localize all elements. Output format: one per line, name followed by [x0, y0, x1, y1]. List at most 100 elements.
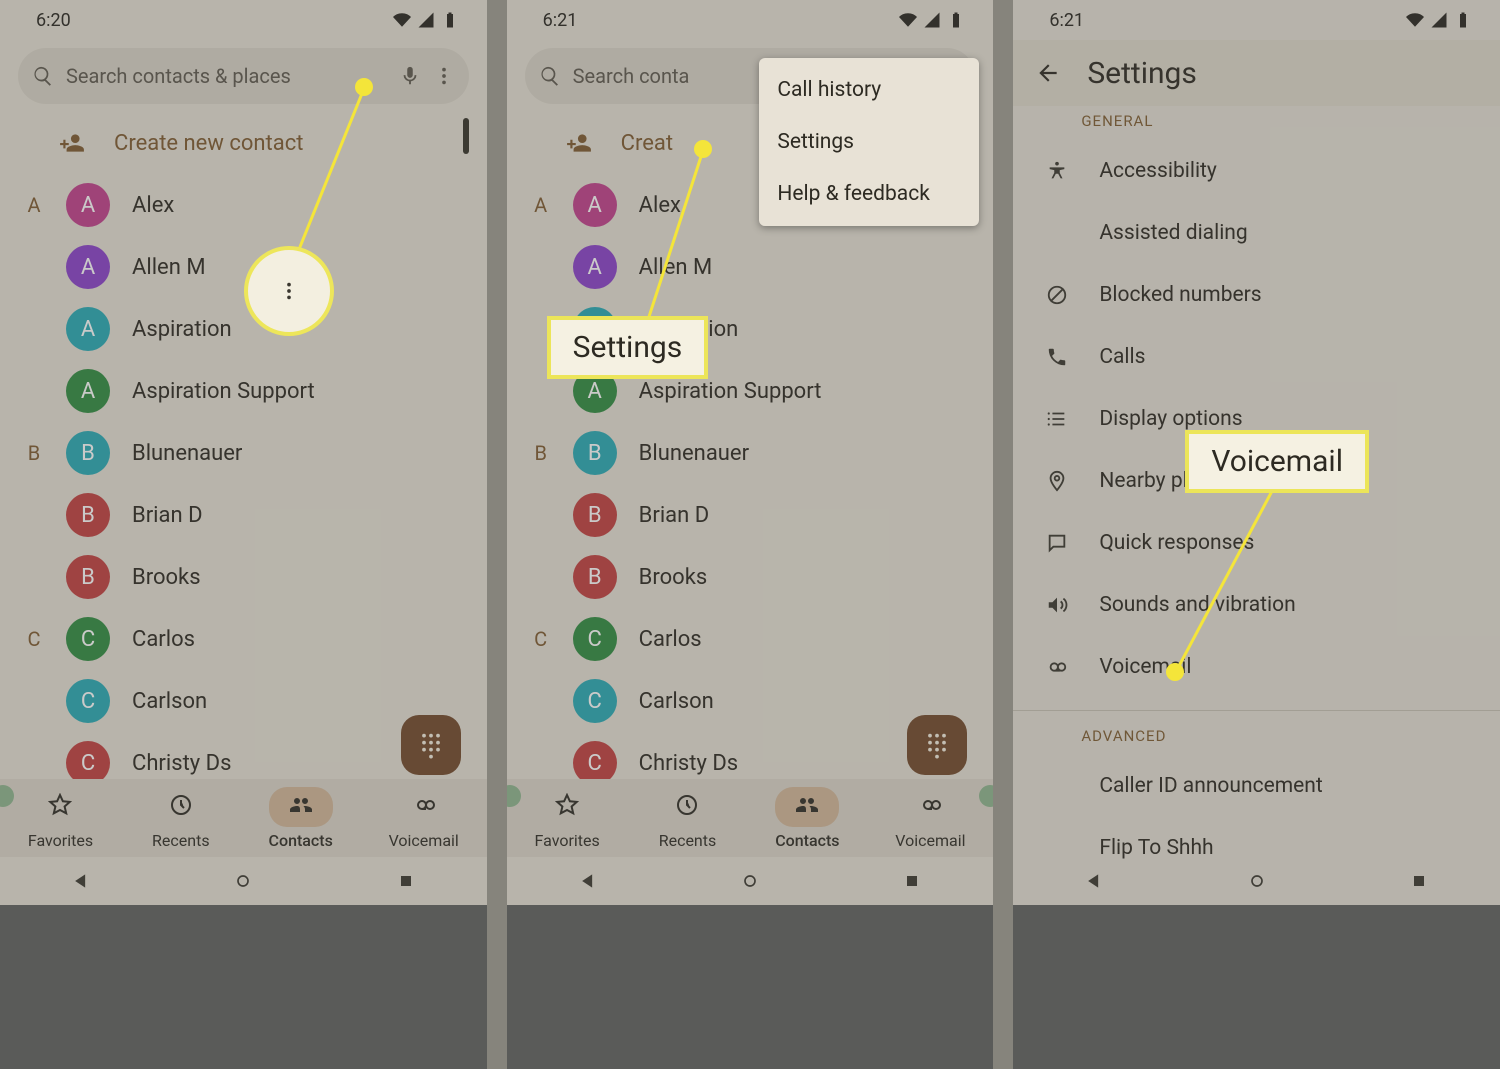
settings-header: Settings	[1013, 40, 1500, 106]
voicemail-icon	[412, 793, 436, 817]
overflow-help[interactable]: Help & feedback	[759, 168, 979, 220]
nav-voicemail[interactable]: Voicemail	[389, 787, 459, 850]
block-icon	[1043, 284, 1071, 306]
contact-row[interactable]: CCCarlos	[507, 608, 994, 670]
status-icons	[1406, 11, 1472, 29]
nav-contacts[interactable]: Contacts	[269, 787, 333, 850]
settings-quick-responses[interactable]: Quick responses	[1013, 512, 1500, 574]
search-icon	[32, 65, 54, 87]
recent-icon[interactable]	[1409, 871, 1429, 891]
settings-title: Settings	[1087, 56, 1197, 91]
person-add-icon	[565, 130, 593, 156]
avatar: A	[66, 369, 110, 413]
home-icon[interactable]	[740, 871, 760, 891]
dialpad-fab[interactable]	[401, 715, 461, 775]
contact-row[interactable]: BBrian D	[0, 484, 487, 546]
system-nav	[1013, 857, 1500, 905]
avatar: B	[66, 431, 110, 475]
more-icon[interactable]	[433, 65, 455, 87]
nav-recents[interactable]: Recents	[655, 787, 719, 850]
dialpad-icon	[417, 731, 445, 759]
annotation-callout-voicemail: Voicemail	[1185, 430, 1369, 493]
signal-icon	[417, 11, 435, 29]
overflow-menu: Call history Settings Help & feedback	[759, 58, 979, 226]
bottom-nav: Favorites Recents Contacts Voicemail	[0, 779, 487, 857]
nav-favorites[interactable]: Favorites	[535, 787, 600, 850]
contact-row[interactable]: AAAlex	[0, 174, 487, 236]
wifi-icon	[1406, 11, 1424, 29]
wifi-icon	[899, 11, 917, 29]
contact-row[interactable]: BBBlunenauer	[0, 422, 487, 484]
avatar: A	[66, 183, 110, 227]
overflow-call-history[interactable]: Call history	[759, 64, 979, 116]
clock-icon	[169, 793, 193, 817]
create-contact-row[interactable]: Create new contact	[0, 112, 487, 174]
avatar: B	[66, 555, 110, 599]
settings-calls[interactable]: Calls	[1013, 326, 1500, 388]
contact-row[interactable]: BBrooks	[0, 546, 487, 608]
clock-icon	[675, 793, 699, 817]
create-contact-label: Create new contact	[114, 131, 303, 156]
system-nav	[507, 857, 994, 905]
recent-icon[interactable]	[396, 871, 416, 891]
overflow-settings[interactable]: Settings	[759, 116, 979, 168]
signal-icon	[1430, 11, 1448, 29]
status-time: 6:21	[1049, 10, 1084, 31]
contact-row[interactable]: AAspiration	[0, 298, 487, 360]
annotation-callout-settings: Settings	[547, 316, 709, 379]
search-placeholder: Search contacts & places	[66, 64, 387, 88]
settings-accessibility[interactable]: Accessibility	[1013, 140, 1500, 202]
contact-row[interactable]: BBrooks	[507, 546, 994, 608]
volume-icon	[1043, 594, 1071, 616]
dialpad-fab[interactable]	[907, 715, 967, 775]
signal-icon	[923, 11, 941, 29]
back-arrow-icon[interactable]	[1035, 60, 1061, 86]
back-icon[interactable]	[71, 871, 91, 891]
voicemail-icon	[1043, 656, 1071, 678]
wifi-icon	[393, 11, 411, 29]
home-icon[interactable]	[233, 871, 253, 891]
voicemail-icon	[918, 793, 942, 817]
battery-icon	[1454, 11, 1472, 29]
settings-callerid[interactable]: Caller ID announcement	[1013, 755, 1500, 817]
annotation-callout-more	[244, 246, 334, 336]
people-icon	[289, 793, 313, 817]
bottom-nav: Favorites Recents Contacts Voicemail	[507, 779, 994, 857]
nav-voicemail[interactable]: Voicemail	[895, 787, 965, 850]
divider	[1013, 710, 1500, 711]
nav-recents[interactable]: Recents	[149, 787, 213, 850]
back-icon[interactable]	[578, 871, 598, 891]
system-nav	[0, 857, 487, 905]
edge-indicator	[979, 785, 993, 807]
mic-icon[interactable]	[399, 65, 421, 87]
recent-icon[interactable]	[902, 871, 922, 891]
contact-row[interactable]: BBrian D	[507, 484, 994, 546]
nav-contacts[interactable]: Contacts	[775, 787, 839, 850]
contact-row[interactable]: CCCarlos	[0, 608, 487, 670]
status-time: 6:20	[36, 10, 71, 31]
search-bar[interactable]: Search contacts & places	[18, 48, 469, 104]
panel-3-settings: 6:21 Settings GENERAL Accessibility Assi…	[1013, 0, 1500, 905]
status-bar: 6:21	[507, 0, 994, 40]
status-bar: 6:21	[1013, 0, 1500, 40]
phone-icon	[1043, 346, 1071, 368]
scroll-indicator	[463, 118, 469, 154]
avatar: A	[66, 245, 110, 289]
back-icon[interactable]	[1084, 871, 1104, 891]
status-time: 6:21	[543, 10, 578, 31]
settings-voicemail[interactable]: Voicemail	[1013, 636, 1500, 698]
search-icon	[539, 65, 561, 87]
nav-favorites[interactable]: Favorites	[28, 787, 93, 850]
contact-row[interactable]: AAspiration Support	[0, 360, 487, 422]
settings-sounds[interactable]: Sounds and vibration	[1013, 574, 1500, 636]
person-add-icon	[58, 130, 86, 156]
avatar: C	[66, 679, 110, 723]
home-icon[interactable]	[1247, 871, 1267, 891]
contact-row[interactable]: BBBlunenauer	[507, 422, 994, 484]
settings-assisted-dialing[interactable]: Assisted dialing	[1013, 202, 1500, 264]
section-advanced: ADVANCED	[1013, 723, 1500, 755]
contact-row[interactable]: AAllen M	[507, 236, 994, 298]
battery-icon	[947, 11, 965, 29]
settings-blocked-numbers[interactable]: Blocked numbers	[1013, 264, 1500, 326]
status-icons	[393, 11, 459, 29]
